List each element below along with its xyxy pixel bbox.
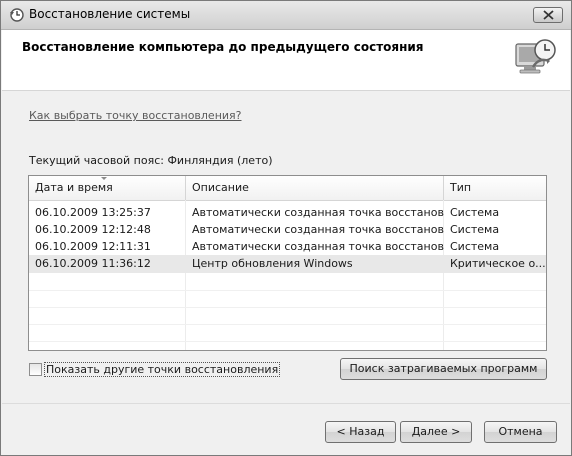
cancel-button[interactable]: Отмена (484, 421, 557, 443)
restore-points-table: Дата и время Описание Тип 06.10.2009 13:… (28, 175, 547, 351)
column-header-description[interactable]: Описание (186, 176, 444, 200)
cell-date: 06.10.2009 13:25:37 (35, 206, 151, 219)
table-row[interactable]: 06.10.2009 13:25:37 Автоматически создан… (29, 204, 546, 222)
close-button[interactable] (533, 7, 563, 23)
page-title: Восстановление компьютера до предыдущего… (22, 40, 424, 54)
grid-line (29, 341, 546, 342)
table-row[interactable]: 06.10.2009 12:12:48 Автоматически создан… (29, 221, 546, 239)
cell-description: Автоматически созданная точка восстановл… (192, 206, 444, 219)
cell-description: Автоматически созданная точка восстановл… (192, 240, 444, 253)
grid-line (29, 307, 546, 308)
sort-arrow-icon (101, 177, 107, 180)
restore-window: Восстановление системы Восстановление ко… (0, 0, 572, 456)
cell-date: 06.10.2009 11:36:12 (35, 257, 151, 270)
cell-date: 06.10.2009 12:11:31 (35, 240, 151, 253)
table-row[interactable]: 06.10.2009 12:11:31 Автоматически создан… (29, 238, 546, 256)
next-button[interactable]: Далее > (400, 421, 472, 443)
cell-type: Система (450, 206, 500, 219)
system-restore-icon (9, 7, 25, 23)
how-to-choose-link[interactable]: Как выбрать точку восстановления? (29, 109, 242, 122)
column-header-type[interactable]: Тип (444, 176, 546, 200)
table-header: Дата и время Описание Тип (29, 176, 546, 201)
scan-affected-programs-button[interactable]: Поиск затрагиваемых программ (340, 358, 547, 380)
header-panel: Восстановление компьютера до предыдущего… (2, 30, 570, 91)
checkbox-box[interactable] (29, 363, 42, 376)
computer-restore-icon (512, 34, 558, 80)
checkbox-label[interactable]: Показать другие точки восстановления (44, 362, 281, 377)
footer-divider (2, 403, 570, 404)
close-icon (543, 10, 554, 20)
grid-line (29, 324, 546, 325)
cell-description: Автоматически созданная точка восстановл… (192, 223, 444, 236)
cell-description: Центр обновления Windows (192, 257, 353, 270)
timezone-label: Текущий часовой пояс: Финляндия (лето) (29, 154, 273, 167)
grid-line (29, 290, 546, 291)
cell-type: Система (450, 223, 500, 236)
table-row-selected[interactable]: 06.10.2009 11:36:12 Центр обновления Win… (29, 255, 546, 273)
cell-type: Критическое о... (450, 257, 546, 270)
back-button[interactable]: < Назад (325, 421, 396, 443)
title-bar: Восстановление системы (1, 1, 571, 30)
cell-date: 06.10.2009 12:12:48 (35, 223, 151, 236)
cell-type: Система (450, 240, 500, 253)
column-header-date[interactable]: Дата и время (29, 176, 186, 200)
window-title: Восстановление системы (29, 7, 191, 21)
